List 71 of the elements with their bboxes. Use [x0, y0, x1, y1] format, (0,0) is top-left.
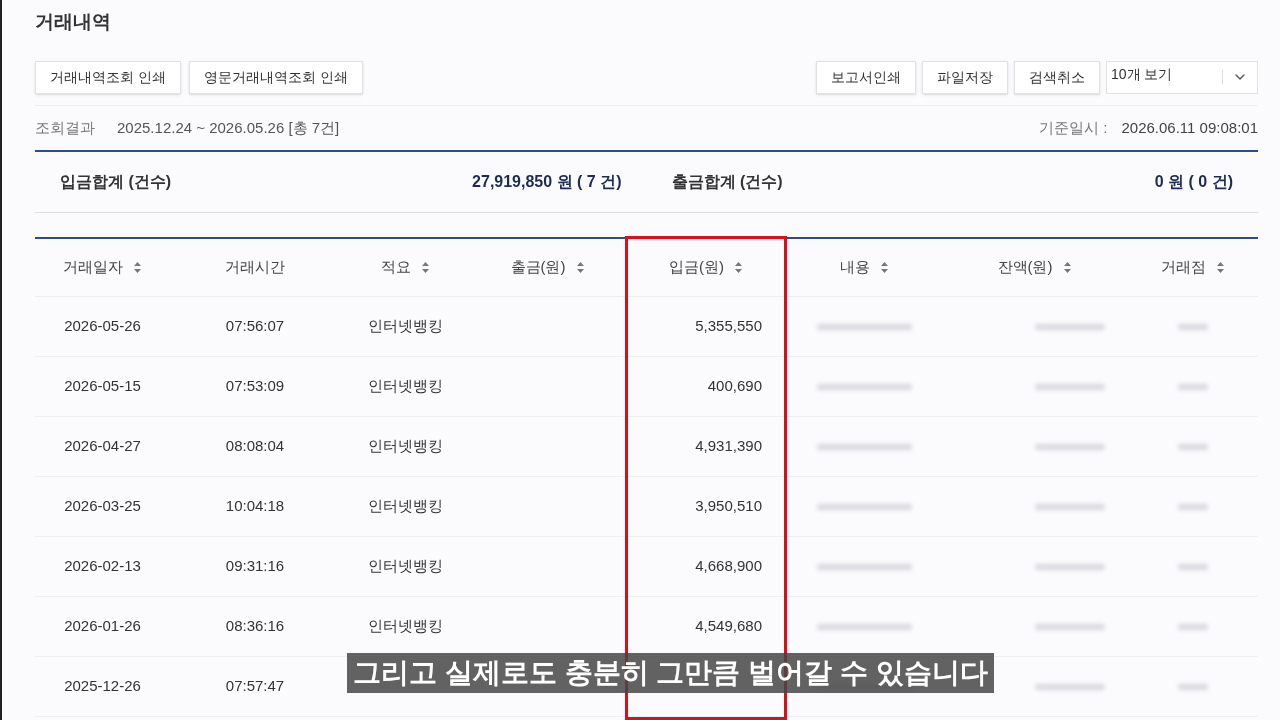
blurred-text [1177, 443, 1208, 450]
table-cell-text: 2026-02-13 [64, 556, 141, 577]
summary-value: 27,919,850 원 ( 7 건) [472, 172, 622, 192]
column-header[interactable]: 출금(원) [510, 256, 585, 279]
column-header[interactable]: 거래점 [1160, 256, 1225, 279]
blurred-text [1177, 623, 1208, 630]
blurred-text [1035, 383, 1105, 390]
table-cell-text: 인터넷뱅킹 [367, 556, 443, 577]
result-label: 조회결과 [35, 117, 95, 138]
video-subtitle: 그리고 실제로도 충분히 그만큼 벌어갈 수 있습니다 [347, 653, 994, 693]
table-cell-text: 3,950,510 [695, 496, 762, 517]
table-cell-text: 2025-12-26 [64, 676, 141, 697]
table-cell-text: 08:08:04 [225, 436, 285, 457]
column-header[interactable]: 내용 [840, 256, 889, 279]
table-cell-text: 5,355,550 [695, 316, 762, 337]
blurred-text [1177, 563, 1208, 570]
print-button[interactable]: 영문거래내역조회 인쇄 [188, 60, 363, 94]
table-cell-text: 08:36:16 [225, 616, 285, 637]
sort-icon [880, 261, 889, 274]
column-header[interactable]: 거래시간 [225, 256, 285, 279]
table-cell-text: 400,690 [707, 376, 762, 397]
blurred-text [1035, 443, 1105, 450]
page-size-select[interactable]: 10개 보기 [1106, 60, 1258, 94]
blurred-text [1177, 323, 1208, 330]
page-title: 거래내역 [35, 10, 112, 34]
blurred-text [1177, 503, 1208, 510]
blurred-text [1035, 683, 1105, 690]
toolbar-button[interactable]: 파일저장 [922, 60, 1008, 94]
column-header[interactable]: 거래일자 [63, 256, 142, 279]
table-cell-text: 07:57:47 [225, 676, 285, 697]
table-cell-text: 2026-05-15 [64, 376, 141, 397]
table-cell-text: 인터넷뱅킹 [367, 376, 443, 397]
table-cell-text: 2026-03-25 [64, 496, 141, 517]
table-cell-text: 2026-01-26 [64, 616, 141, 637]
summary-label: 입금합계 (건수) [60, 172, 172, 192]
sort-icon [1215, 261, 1225, 274]
toolbar-button[interactable]: 보고서인쇄 [816, 60, 916, 94]
sort-icon [575, 261, 585, 274]
table-cell-text: 인터넷뱅킹 [367, 436, 443, 457]
table-cell-text: 4,931,390 [695, 436, 762, 457]
blurred-text [1177, 683, 1208, 690]
sort-icon [734, 261, 743, 274]
table-cell-text: 2026-05-26 [64, 316, 141, 337]
table-cell-text: 07:53:09 [225, 376, 285, 397]
print-button[interactable]: 거래내역조회 인쇄 [35, 60, 181, 94]
toolbar-button[interactable]: 검색취소 [1014, 60, 1100, 94]
blurred-text [1035, 503, 1105, 510]
blurred-text [1177, 383, 1208, 390]
summary-label: 출금합계 (건수) [671, 172, 783, 192]
blurred-text [1035, 323, 1105, 330]
as-of-time: 2026.06.11 09:08:01 [1121, 117, 1258, 138]
table-cell-text: 인터넷뱅킹 [367, 496, 443, 517]
table-cell-text: 2026-04-27 [64, 436, 141, 457]
table-cell-text: 인터넷뱅킹 [367, 316, 443, 337]
table-cell-text: 10:04:18 [225, 496, 285, 517]
blurred-text [1035, 623, 1105, 630]
result-range: 2025.12.24 ~ 2026.05.26 [총 7건] [117, 117, 340, 138]
column-header[interactable]: 잔액(원) [997, 256, 1072, 279]
table-cell-text: 인터넷뱅킹 [367, 616, 443, 637]
sort-icon [1062, 261, 1072, 274]
as-of-label: 기준일시 : [1039, 117, 1108, 138]
table-cell-text: 4,668,900 [695, 556, 762, 577]
column-header[interactable]: 적요 [380, 256, 430, 279]
table-cell-text: 07:56:07 [225, 316, 285, 337]
table-cell-text: 09:31:16 [225, 556, 285, 577]
column-header[interactable]: 입금(원) [669, 256, 743, 279]
table-cell-text: 4,549,680 [695, 616, 762, 637]
summary-value: 0 원 ( 0 건) [1154, 172, 1233, 192]
sort-icon [420, 261, 430, 274]
sort-icon [133, 261, 142, 274]
blurred-text [1035, 563, 1105, 570]
